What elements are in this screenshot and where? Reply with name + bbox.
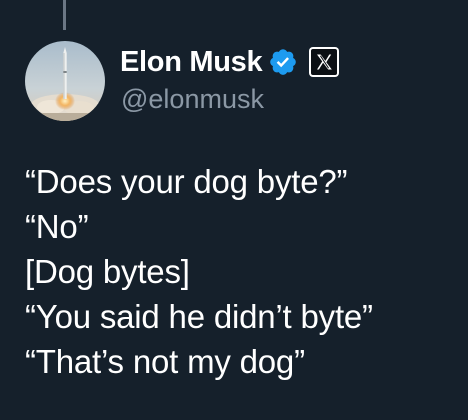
- tweet-line: [Dog bytes]: [25, 253, 190, 290]
- tweet-line: “Does your dog byte?”: [25, 163, 348, 200]
- tweet-line: “You said he didn’t byte”: [25, 298, 373, 335]
- rocket-launch-avatar: [25, 41, 105, 121]
- avatar[interactable]: [25, 41, 105, 121]
- tweet-line: “That’s not my dog”: [25, 343, 305, 380]
- verified-badge-icon: [268, 47, 298, 77]
- tweet-text: “Does your dog byte?” “No” [Dog bytes] “…: [25, 159, 465, 384]
- author-display-name[interactable]: Elon Musk: [120, 44, 263, 80]
- tweet-line: “No”: [25, 208, 89, 245]
- author-name-row: Elon Musk: [120, 42, 340, 82]
- x-logo-icon[interactable]: [308, 46, 340, 78]
- thread-connector-line: [63, 0, 66, 30]
- author-handle[interactable]: @elonmusk: [121, 82, 264, 116]
- tweet-card: Elon Musk @elonmusk “Does your dog byte?…: [0, 0, 468, 420]
